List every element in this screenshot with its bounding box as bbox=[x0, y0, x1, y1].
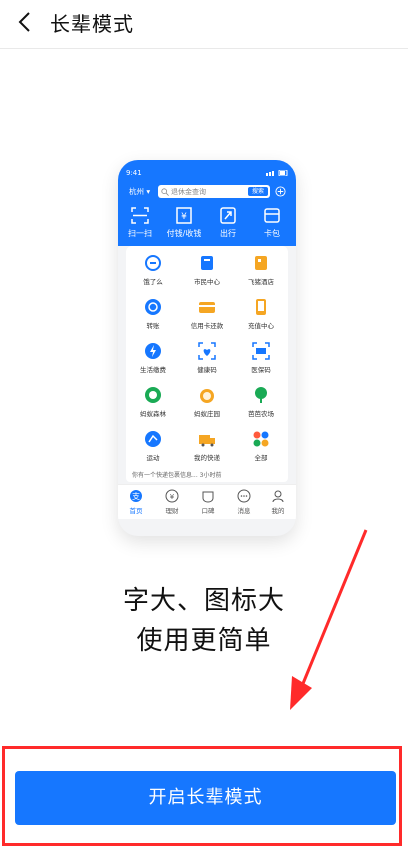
grid-utilities[interactable]: 生活缴费 bbox=[126, 342, 180, 374]
add-icon[interactable] bbox=[275, 186, 286, 197]
grid-label: 饿了么 bbox=[143, 278, 163, 286]
app-grid: 饿了么 市民中心 飞猪酒店 转账 信用卡还款 充值中心 生活缴费 健康码 医保码… bbox=[126, 246, 288, 478]
phone-search-box[interactable]: 退休金查询 搜索 bbox=[158, 185, 270, 198]
city-selector[interactable]: 杭州 ▾ bbox=[129, 186, 150, 197]
grid-label: 充值中心 bbox=[248, 322, 274, 330]
health-code-icon bbox=[198, 342, 216, 360]
grid-label: 生活缴费 bbox=[140, 366, 166, 374]
grid-fliggy-hotel[interactable]: 飞猪酒店 bbox=[234, 254, 288, 286]
svg-text:¥: ¥ bbox=[170, 493, 175, 501]
tab-message[interactable]: 消息 bbox=[226, 489, 262, 515]
scan-icon bbox=[131, 207, 149, 224]
profile-icon bbox=[272, 490, 284, 503]
grid-transfer[interactable]: 转账 bbox=[126, 298, 180, 330]
transfer-icon bbox=[145, 299, 161, 315]
citizen-center-icon bbox=[201, 256, 213, 270]
grid-label: 全部 bbox=[254, 454, 268, 462]
ant-forest-icon bbox=[145, 387, 161, 403]
grid-sport[interactable]: 运动 bbox=[126, 430, 180, 462]
eleme-icon bbox=[145, 255, 161, 271]
credit-card-icon bbox=[199, 302, 215, 313]
quick-pay[interactable]: ¥ 付钱/收钱 bbox=[162, 207, 206, 239]
all-apps-icon bbox=[253, 431, 269, 447]
grid-label: 我的快递 bbox=[194, 454, 220, 462]
grid-credit-card[interactable]: 信用卡还款 bbox=[180, 298, 234, 330]
tab-label: 消息 bbox=[237, 507, 251, 515]
phone-tab-bar: 支 首页 ¥ 理财 口碑 消息 我的 bbox=[118, 484, 296, 519]
fliggy-hotel-icon bbox=[255, 256, 267, 270]
grid-express[interactable]: 我的快递 bbox=[180, 430, 234, 462]
tab-label: 口碑 bbox=[201, 507, 215, 515]
tab-wealth[interactable]: ¥ 理财 bbox=[154, 489, 190, 515]
grid-ant-forest[interactable]: 蚂蚁森林 bbox=[126, 386, 180, 418]
grid-citizen-center[interactable]: 市民中心 bbox=[180, 254, 234, 286]
grid-label: 转账 bbox=[146, 322, 160, 330]
grid-baba-farm[interactable]: 芭芭农场 bbox=[234, 386, 288, 418]
phone-time: 9:41 bbox=[126, 169, 142, 177]
pay-icon: ¥ bbox=[176, 207, 192, 224]
tab-home[interactable]: 支 首页 bbox=[118, 489, 154, 515]
grid-label: 蚂蚁庄园 bbox=[194, 410, 220, 418]
notification-text: 你有一个快递包裹信息... 3小时前 bbox=[132, 472, 222, 479]
travel-icon bbox=[220, 207, 236, 224]
grid-label: 芭芭农场 bbox=[248, 410, 274, 418]
wealth-icon: ¥ bbox=[165, 489, 179, 503]
grid-label: 蚂蚁森林 bbox=[140, 410, 166, 418]
red-arrow-annotation bbox=[290, 529, 368, 710]
quick-travel[interactable]: 出行 bbox=[206, 207, 250, 239]
quick-label: 扫一扫 bbox=[128, 229, 152, 238]
recharge-icon bbox=[256, 299, 266, 315]
phone-status-bar: 9:41 bbox=[126, 169, 288, 181]
grid-label: 运动 bbox=[146, 454, 160, 462]
koubei-icon bbox=[202, 491, 214, 503]
back-arrow-icon[interactable] bbox=[14, 10, 38, 34]
page-title: 长辈模式 bbox=[50, 12, 134, 36]
sport-icon bbox=[145, 431, 161, 447]
baba-farm-icon bbox=[255, 387, 267, 403]
quick-actions: 扫一扫 ¥ 付钱/收钱 出行 卡包 bbox=[118, 207, 296, 243]
city-label: 杭州 bbox=[129, 187, 144, 196]
search-icon bbox=[161, 188, 169, 196]
card-bag-icon bbox=[264, 208, 280, 223]
tab-label: 首页 bbox=[129, 507, 143, 515]
notification-bar[interactable]: 你有一个快递包裹信息... 3小时前 bbox=[126, 466, 288, 482]
grid-label: 市民中心 bbox=[194, 278, 220, 286]
grid-label: 医保码 bbox=[251, 366, 271, 374]
grid-label: 健康码 bbox=[197, 366, 217, 374]
grid-recharge[interactable]: 充值中心 bbox=[234, 298, 288, 330]
tab-profile[interactable]: 我的 bbox=[260, 489, 296, 515]
tab-label: 我的 bbox=[271, 507, 285, 515]
grid-health-code[interactable]: 健康码 bbox=[180, 342, 234, 374]
quick-scan[interactable]: 扫一扫 bbox=[118, 207, 162, 239]
top-bar: 长辈模式 bbox=[0, 0, 408, 49]
quick-card-bag[interactable]: 卡包 bbox=[250, 207, 294, 239]
enable-elder-mode-button[interactable]: 开启长辈模式 bbox=[15, 771, 396, 825]
tab-label: 理财 bbox=[165, 507, 179, 515]
phone-preview: 9:41 杭州 ▾ 退休金查询 搜索 扫一扫 ¥ 付钱/收钱 出行 卡包 饿了么… bbox=[118, 160, 296, 536]
grid-medical-code[interactable]: 医保码 bbox=[234, 342, 288, 374]
medical-code-icon bbox=[252, 342, 270, 360]
search-button[interactable]: 搜索 bbox=[248, 187, 268, 196]
svg-text:支: 支 bbox=[132, 491, 140, 501]
express-icon bbox=[199, 435, 215, 447]
phone-header: 9:41 杭州 ▾ 退休金查询 搜索 扫一扫 ¥ 付钱/收钱 出行 卡包 bbox=[118, 160, 296, 246]
grid-label: 飞猪酒店 bbox=[248, 278, 274, 286]
home-icon: 支 bbox=[130, 490, 142, 502]
phone-search-row: 杭州 ▾ 退休金查询 搜索 bbox=[126, 185, 288, 199]
grid-eleme[interactable]: 饿了么 bbox=[126, 254, 180, 286]
quick-label: 出行 bbox=[220, 229, 236, 238]
signal-battery-icon bbox=[266, 170, 288, 176]
grid-all[interactable]: 全部 bbox=[234, 430, 288, 462]
quick-label: 付钱/收钱 bbox=[166, 229, 202, 238]
tab-koubei[interactable]: 口碑 bbox=[190, 489, 226, 515]
utilities-icon bbox=[145, 343, 161, 359]
grid-ant-farm[interactable]: 蚂蚁庄园 bbox=[180, 386, 234, 418]
quick-label: 卡包 bbox=[264, 229, 280, 238]
svg-text:¥: ¥ bbox=[181, 212, 187, 222]
search-placeholder: 退休金查询 bbox=[171, 188, 206, 196]
ant-farm-icon bbox=[200, 389, 214, 403]
grid-label: 信用卡还款 bbox=[190, 322, 224, 330]
message-icon bbox=[237, 489, 251, 503]
